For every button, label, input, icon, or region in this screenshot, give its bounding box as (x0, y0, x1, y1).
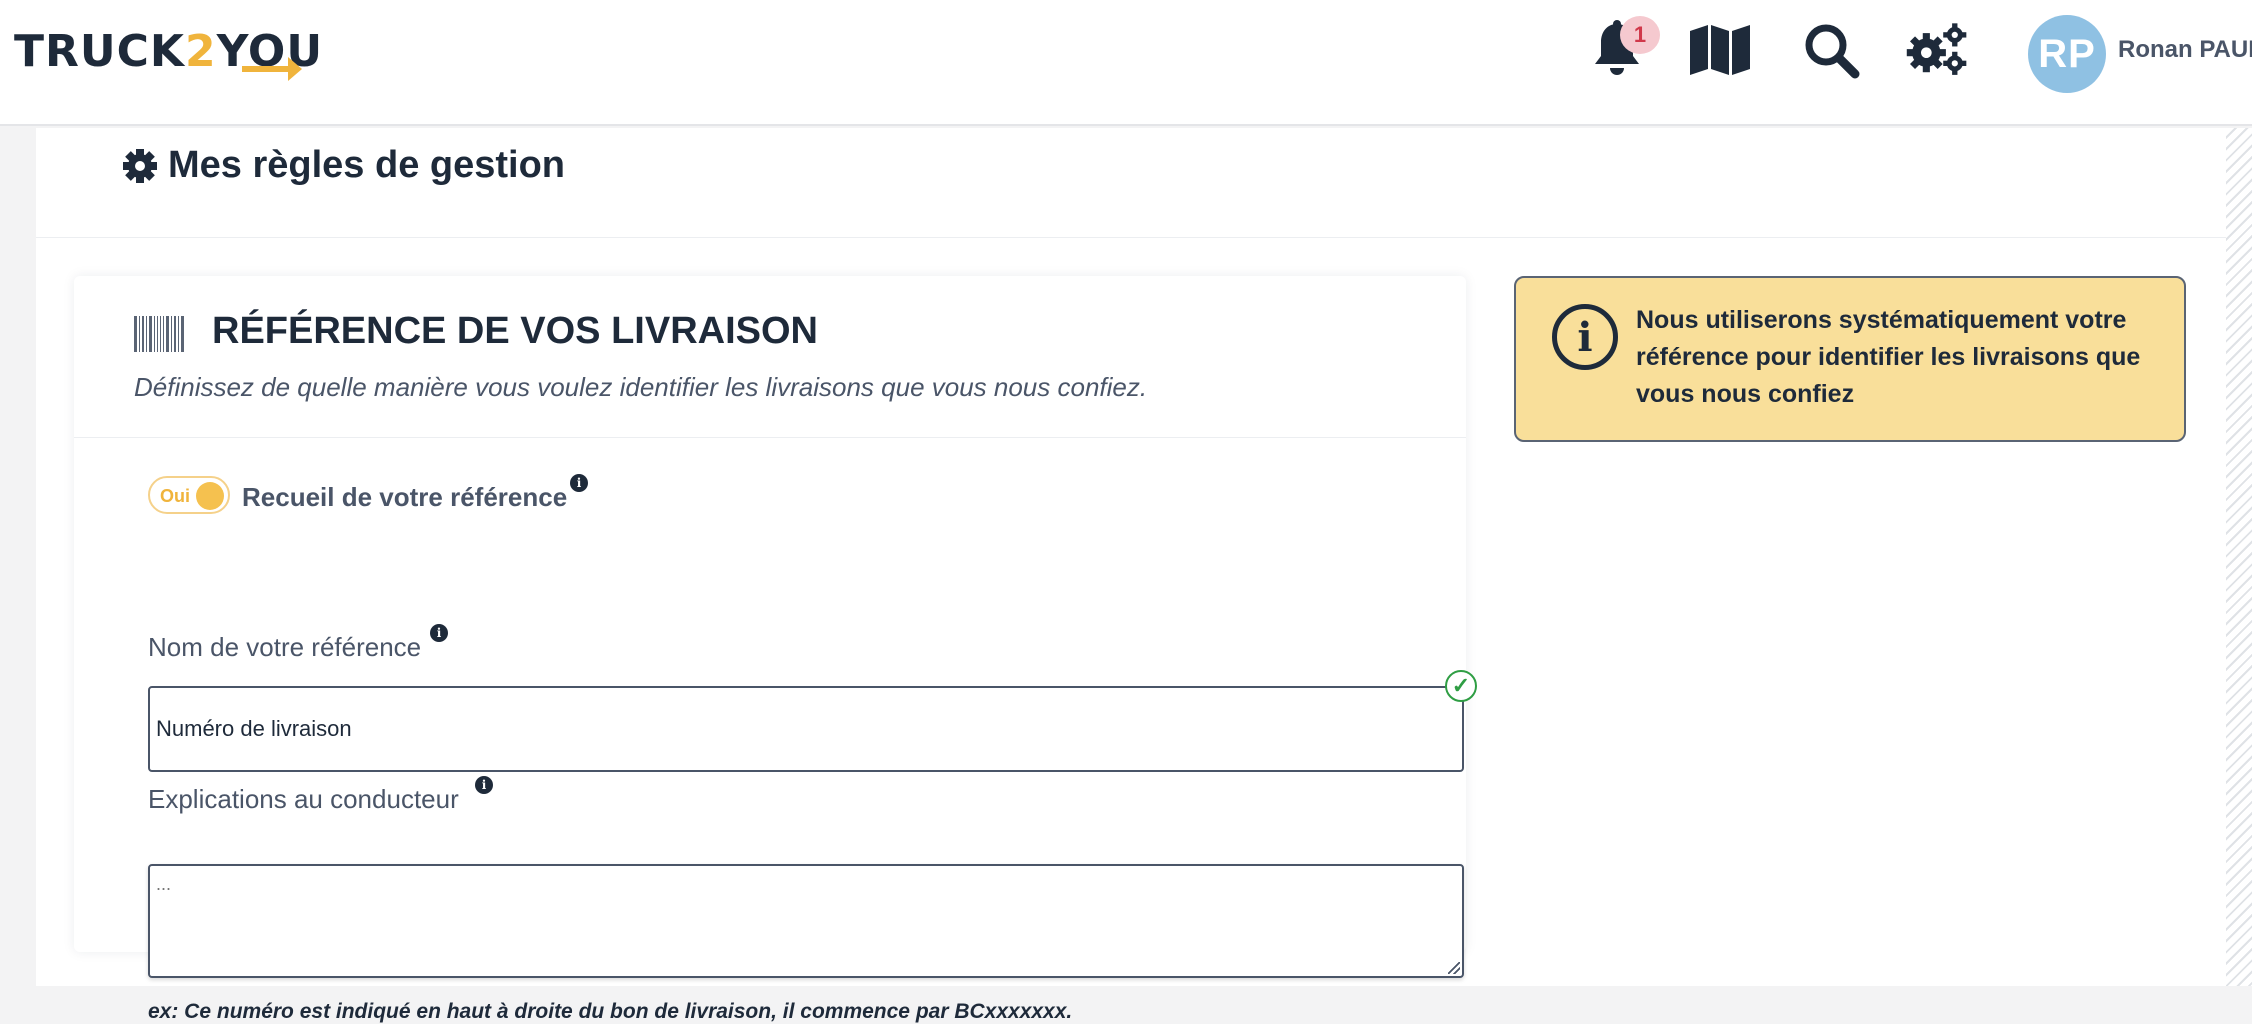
barcode-icon (134, 316, 184, 352)
card-header: RÉFÉRENCE DE VOS LIVRAISON Définissez de… (74, 276, 1466, 438)
toggle-knob (196, 482, 224, 510)
notice-text: Nous utiliserons systématiquement votre … (1636, 306, 2141, 408)
map-button[interactable] (1688, 18, 1752, 82)
toggle-label: Oui (160, 486, 190, 506)
info-circle-icon: i (1552, 304, 1618, 370)
logo-arrow-icon (242, 57, 302, 81)
page-title-text: Mes règles de gestion (168, 144, 566, 186)
top-navigation-bar: TRUCK2YOU 1 RP Ronan PAUL (0, 0, 2252, 126)
gears-icon (1906, 23, 1967, 75)
search-icon (1805, 24, 1860, 79)
driver-explanation-textarea[interactable] (148, 864, 1464, 978)
page-header: Mes règles de gestion (36, 128, 2226, 238)
search-button[interactable] (1799, 18, 1863, 82)
logo-text-truck: TRUCK (14, 26, 186, 77)
reference-toggle[interactable]: Oui (148, 476, 230, 514)
reference-card: RÉFÉRENCE DE VOS LIVRAISON Définissez de… (74, 276, 1477, 1023)
reference-name-info-icon[interactable]: i (430, 624, 448, 642)
valid-check-icon: ✓ (1445, 670, 1477, 702)
driver-explanation-hint: ex: Ce numéro est indiqué en haut à droi… (148, 1000, 1073, 1023)
info-notice: i Nous utiliserons systématiquement votr… (1514, 276, 2186, 442)
textarea-resize-handle-icon[interactable] (1448, 962, 1460, 974)
reference-toggle-info-icon[interactable]: i (570, 474, 588, 492)
card-subtitle: Définissez de quelle manière vous voulez… (134, 372, 1148, 402)
map-icon (1690, 25, 1750, 75)
logo-text-two: 2 (185, 26, 217, 77)
card-title: RÉFÉRENCE DE VOS LIVRAISON (212, 310, 818, 352)
reference-toggle-label: Recueil de votre référence (242, 482, 568, 512)
truck2you-logo[interactable]: TRUCK2YOU (14, 26, 323, 81)
gear-icon (123, 148, 157, 183)
page-title: Mes règles de gestion (122, 144, 565, 187)
reference-name-label: Nom de votre référence (148, 632, 422, 662)
driver-explanation-label: Explications au conducteur (148, 784, 459, 814)
user-avatar[interactable]: RP (2028, 15, 2106, 93)
scroll-edge-hatch (2226, 128, 2252, 986)
driver-explanation-info-icon[interactable]: i (475, 776, 493, 794)
reference-name-input[interactable] (148, 686, 1464, 772)
settings-button[interactable] (1905, 18, 1969, 82)
main-content: Mes règles de gestion RÉFÉRENCE DE VOS L… (36, 128, 2226, 1023)
user-name[interactable]: Ronan PAUL (2118, 36, 2252, 64)
notification-count-badge: 1 (1620, 16, 1660, 54)
